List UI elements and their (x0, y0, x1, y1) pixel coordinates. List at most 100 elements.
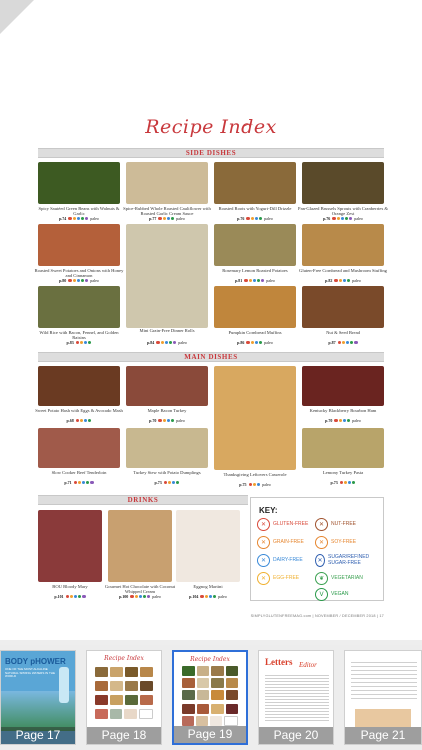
diet-dot (170, 418, 175, 423)
recipe-page-number: p.77 (149, 216, 157, 221)
recipe-page-number: p.86 (237, 340, 245, 345)
paleo-tag: paleo (264, 216, 273, 221)
thumbnail-page-21[interactable]: Page 21 (344, 650, 422, 745)
diet-dot (160, 340, 164, 345)
recipe-photo (214, 366, 296, 470)
diet-dot (350, 340, 354, 345)
paleo-tag: paleo (262, 482, 271, 487)
recipe-page-number: p.74 (59, 216, 67, 221)
recipe-page-number: p.76 (237, 216, 245, 221)
dietary-key: KEY: ✕ GLUTEN-FREE ✕ NUT-FREE ✕ GRAIN-FREE ✕ SO… (250, 497, 384, 601)
diet-dot (256, 278, 261, 283)
recipe-meta: p.81 paleo (214, 278, 296, 283)
diet-dot (349, 216, 353, 221)
recipe-photo (126, 162, 208, 204)
paleo-tag: paleo (218, 594, 227, 599)
recipe-name: Pumpkin Cornbread Muffins (228, 330, 282, 335)
diet-dot (342, 278, 346, 283)
section-heading-main-dishes: MAIN DISHES (38, 352, 384, 362)
recipe-page-number: p.80 (59, 278, 67, 283)
vegan-icon: V (315, 588, 328, 601)
key-label: NUT-FREE (331, 520, 356, 527)
paleo-tag: paleo (352, 418, 361, 423)
recipe-name: Thanksgiving Leftovers Casserole (223, 472, 287, 477)
recipe-photo (302, 162, 384, 204)
diet-dot (258, 216, 263, 221)
recipe-photo (214, 162, 296, 204)
recipe-photo (214, 224, 296, 266)
page-corner (0, 0, 34, 34)
thumb-body-power-sub: ONE OF THE MOST ALKALINE NATURAL SPRING … (5, 667, 55, 679)
recipe-meta: p.74 paleo (38, 216, 120, 221)
thumbnail-page-20[interactable]: Letters Editor Page 20 (258, 650, 334, 745)
diet-dot (84, 340, 88, 345)
paleo-tag: paleo (264, 340, 273, 345)
recipe-name: Maple Bacon Turkey (147, 408, 187, 413)
diet-dot (147, 594, 151, 599)
key-item: ❦ VEGETARIAN (315, 572, 363, 585)
diet-dot (82, 480, 86, 485)
diet-dot (354, 340, 358, 345)
diet-dot (346, 278, 351, 283)
key-label: GLUTEN-FREE (273, 520, 309, 527)
recipe-name: Slow Cooker Beef Tenderloin (51, 470, 107, 475)
recipe-photo (38, 162, 120, 204)
diet-dot (173, 340, 177, 345)
diet-dot (252, 278, 256, 283)
recipe-meta: p.104 paleo (176, 594, 240, 599)
magazine-page: Recipe Index SIDE DISHES Spicy Sautéed G… (0, 0, 422, 640)
recipe-page-number: p.75 (239, 482, 247, 487)
page-title: Recipe Index (145, 116, 277, 138)
recipe-photo (38, 510, 102, 582)
diet-dot (158, 216, 162, 221)
thumb-label: Page 19 (174, 726, 246, 743)
recipe-meta: p.73 (302, 480, 384, 485)
diet-dot (65, 594, 69, 599)
egg-icon: ✕ (257, 572, 270, 585)
recipe-photo (126, 428, 208, 468)
thumbnail-page-19[interactable]: Recipe Index Page 19 (172, 650, 248, 745)
diet-dot (248, 482, 252, 487)
recipe-page-number: p.100 (119, 594, 129, 599)
diet-dot (88, 418, 92, 423)
diet-dot (344, 216, 349, 221)
diet-dot (212, 594, 217, 599)
thumb-body-power-title: BODY pHOWER (5, 657, 66, 666)
diet-dot (334, 278, 338, 283)
recipe-page-number: p.81 (235, 278, 243, 283)
diet-dot (342, 418, 346, 423)
diet-dot (170, 216, 175, 221)
page-thumbnail-strip[interactable]: BODY pHOWER ONE OF THE MOST ALKALINE NAT… (0, 645, 422, 750)
recipe-meta: p.80 paleo (38, 278, 120, 283)
recipe-meta: p.82 paleo (302, 278, 384, 283)
thumb-label: Page 20 (259, 727, 333, 744)
diet-dot (250, 216, 254, 221)
recipe-photo (302, 224, 384, 266)
recipe-page-number: p.101 (54, 594, 64, 599)
recipe-meta: p.84 paleo (126, 340, 208, 345)
diet-dot (168, 340, 173, 345)
recipe-name: BOU Bloody Mary (52, 584, 88, 589)
paleo-tag: paleo (266, 278, 275, 283)
recipe-meta: p.76 paleo (302, 216, 384, 221)
key-label: GRAIN-FREE (273, 538, 304, 545)
diet-dot (75, 418, 79, 423)
recipe-meta: p.73 (126, 480, 208, 485)
recipe-page-number: p.82 (325, 278, 333, 283)
recipe-photo (302, 286, 384, 328)
thumbnail-page-17[interactable]: BODY pHOWER ONE OF THE MOST ALKALINE NAT… (0, 650, 76, 745)
diet-dot (172, 480, 176, 485)
diet-dot (77, 480, 82, 485)
recipe-meta: p.75 paleo (214, 482, 296, 487)
diet-dot (75, 340, 79, 345)
diet-dot (88, 340, 92, 345)
recipe-name: Nut & Seed Bread (326, 330, 360, 335)
section-heading-side-dishes: SIDE DISHES (38, 148, 384, 158)
thumb-label: Page 21 (345, 727, 421, 744)
recipe-name: Sweet Potato Hash with Eggs & Avocado Ma… (35, 408, 123, 413)
recipe-photo (176, 510, 240, 582)
thumbnail-page-18[interactable]: Recipe Index Page 18 (86, 650, 162, 745)
recipe-meta: p.68 (38, 418, 120, 423)
paleo-tag: paleo (176, 216, 185, 221)
soy-icon: ✕ (315, 536, 328, 549)
